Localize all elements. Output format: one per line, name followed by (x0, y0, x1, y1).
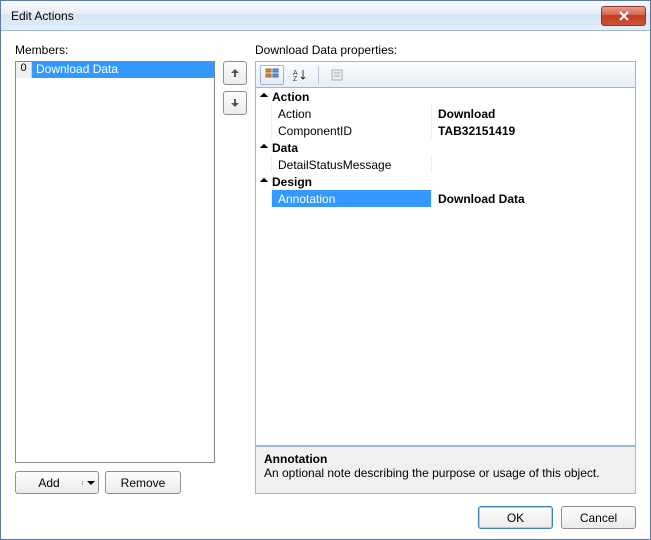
add-button[interactable]: Add (15, 471, 99, 494)
member-label: Download Data (32, 62, 214, 78)
property-row[interactable]: DetailStatusMessage (256, 156, 635, 173)
chevron-down-icon (87, 481, 95, 485)
svg-text:Z: Z (293, 76, 298, 82)
category-label: Action (272, 90, 309, 104)
remove-button[interactable]: Remove (105, 471, 181, 494)
toolbar-separator (318, 66, 319, 84)
window-title: Edit Actions (11, 9, 601, 23)
move-down-button[interactable] (223, 91, 247, 115)
property-row[interactable]: Action Download (256, 105, 635, 122)
move-up-button[interactable] (223, 61, 247, 85)
property-value[interactable]: TAB32151419 (432, 122, 635, 139)
category-data[interactable]: Data (256, 139, 635, 156)
members-panel: Members: 0 Download Data Add Remove (15, 43, 215, 494)
ok-button[interactable]: OK (478, 506, 553, 529)
description-text: An optional note describing the purpose … (264, 466, 627, 480)
add-button-label: Add (16, 476, 82, 490)
properties-toolbar: A Z (255, 61, 636, 87)
categorized-icon (265, 68, 279, 82)
property-name: ComponentID (272, 122, 432, 139)
properties-panel: Download Data properties: A Z (255, 43, 636, 494)
category-label: Data (272, 141, 298, 155)
titlebar: Edit Actions (1, 1, 650, 31)
cancel-button[interactable]: Cancel (561, 506, 636, 529)
property-description: Annotation An optional note describing t… (255, 446, 636, 494)
property-value[interactable]: Download (432, 105, 635, 122)
pages-icon (330, 68, 344, 82)
arrow-down-icon (230, 98, 240, 108)
members-list[interactable]: 0 Download Data (15, 61, 215, 463)
expander-icon[interactable] (256, 179, 272, 185)
alphabetical-button[interactable]: A Z (288, 65, 312, 85)
category-design[interactable]: Design (256, 173, 635, 190)
property-grid[interactable]: Action Action Download ComponentID TAB32… (255, 87, 636, 446)
members-buttons: Add Remove (15, 471, 215, 494)
dialog-footer: OK Cancel (15, 494, 636, 529)
description-title: Annotation (264, 452, 627, 466)
member-item[interactable]: 0 Download Data (16, 62, 214, 78)
properties-label: Download Data properties: (255, 43, 636, 57)
close-icon (619, 11, 629, 21)
dialog-content: Members: 0 Download Data Add Remove (1, 31, 650, 539)
property-pages-button[interactable] (325, 65, 349, 85)
members-label: Members: (15, 43, 215, 57)
expander-icon[interactable] (256, 94, 272, 100)
main-row: Members: 0 Download Data Add Remove (15, 43, 636, 494)
reorder-buttons (223, 43, 247, 494)
categorized-button[interactable] (260, 65, 284, 85)
property-value[interactable] (432, 156, 635, 173)
category-action[interactable]: Action (256, 88, 635, 105)
property-row[interactable]: ComponentID TAB32151419 (256, 122, 635, 139)
expander-icon[interactable] (256, 145, 272, 151)
property-name: Annotation (272, 190, 432, 207)
arrow-up-icon (230, 68, 240, 78)
member-index: 0 (16, 62, 32, 78)
category-label: Design (272, 175, 312, 189)
property-name: DetailStatusMessage (272, 156, 432, 173)
add-button-dropdown[interactable] (82, 481, 98, 485)
property-value[interactable]: Download Data (432, 190, 635, 207)
close-button[interactable] (601, 6, 646, 26)
property-row[interactable]: Annotation Download Data (256, 190, 635, 207)
property-name: Action (272, 105, 432, 122)
sort-alpha-icon: A Z (293, 68, 307, 82)
